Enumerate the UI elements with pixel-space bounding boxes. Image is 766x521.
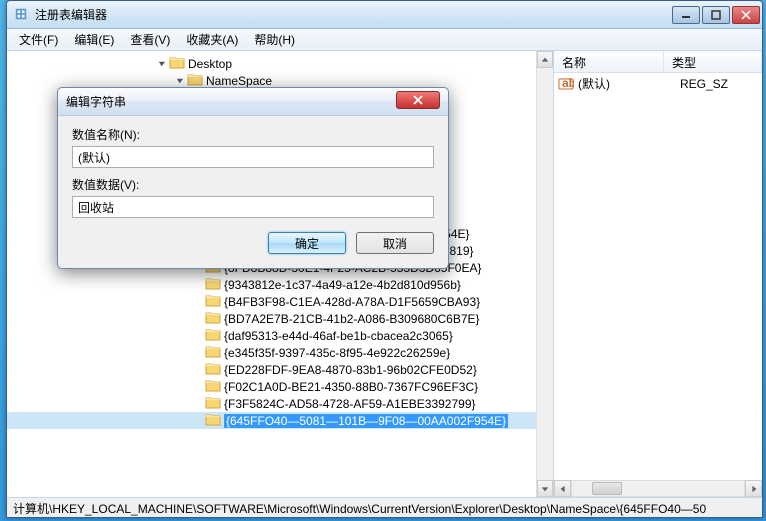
- hscroll-track[interactable]: [571, 480, 745, 497]
- column-type[interactable]: 类型: [664, 51, 762, 72]
- tree-spacer: [193, 348, 203, 358]
- string-value-icon: ab: [558, 76, 574, 92]
- folder-icon: [205, 378, 221, 395]
- tree-label: {ED228FDF-9EA8-4870-83b1-96b02CFE0D52}: [224, 363, 477, 377]
- dialog-titlebar: 编辑字符串: [58, 88, 448, 116]
- tree-item[interactable]: {daf95313-e44d-46af-be1b-cbacea2c3065}: [7, 327, 553, 344]
- cancel-button[interactable]: 取消: [356, 232, 434, 254]
- folder-icon: [205, 293, 221, 310]
- tree-spacer: [193, 416, 203, 426]
- tree-label: {F02C1A0D-BE21-4350-88B0-7367FC96EF3C}: [224, 380, 478, 394]
- tree-item[interactable]: {F02C1A0D-BE21-4350-88B0-7367FC96EF3C}: [7, 378, 553, 395]
- collapse-icon[interactable]: [157, 59, 167, 69]
- tree-spacer: [193, 382, 203, 392]
- tree-label: {F3F5824C-AD58-4728-AF59-A1EBE3392799}: [224, 397, 476, 411]
- menubar: 文件(F) 编辑(E) 查看(V) 收藏夹(A) 帮助(H): [7, 29, 762, 51]
- scroll-down-button[interactable]: [537, 480, 553, 497]
- tree-spacer: [193, 365, 203, 375]
- values-hscrollbar[interactable]: [554, 480, 762, 497]
- tree-item[interactable]: {BD7A2E7B-21CB-41b2-A086-B309680C6B7E}: [7, 310, 553, 327]
- values-pane: 名称 类型 ab (默认) REG_SZ: [554, 51, 762, 497]
- tree-spacer: [193, 399, 203, 409]
- dialog-close-button[interactable]: [396, 91, 440, 109]
- scroll-up-button[interactable]: [537, 51, 553, 68]
- tree-label: NameSpace: [206, 74, 272, 88]
- menu-help[interactable]: 帮助(H): [246, 29, 303, 50]
- value-name-field[interactable]: [72, 146, 434, 168]
- titlebar: 注册表编辑器: [7, 1, 762, 29]
- list-body: ab (默认) REG_SZ: [554, 73, 762, 94]
- collapse-icon[interactable]: [175, 76, 185, 86]
- hscroll-thumb[interactable]: [592, 482, 622, 495]
- tree-item[interactable]: {F3F5824C-AD58-4728-AF59-A1EBE3392799}: [7, 395, 553, 412]
- folder-icon: [205, 361, 221, 378]
- folder-icon: [205, 276, 221, 293]
- menu-view[interactable]: 查看(V): [122, 29, 178, 50]
- tree-label: {e345f35f-9397-435c-8f95-4e922c26259e}: [224, 346, 450, 360]
- tree-item[interactable]: Desktop: [7, 55, 553, 72]
- tree-item[interactable]: {B4FB3F98-C1EA-428d-A78A-D1F5659CBA93}: [7, 293, 553, 310]
- folder-icon: [205, 412, 221, 429]
- tree-label: {9343812e-1c37-4a49-a12e-4b2d810d956b}: [224, 278, 461, 292]
- column-name[interactable]: 名称: [554, 51, 664, 72]
- value-type: REG_SZ: [680, 77, 758, 91]
- folder-icon: [205, 395, 221, 412]
- tree-spacer: [193, 314, 203, 324]
- tree-label: Desktop: [188, 57, 232, 71]
- menu-edit[interactable]: 编辑(E): [66, 29, 122, 50]
- statusbar: 计算机\HKEY_LOCAL_MACHINE\SOFTWARE\Microsof…: [7, 497, 762, 517]
- tree-item[interactable]: {645FFO40—5081—101B—9F08—00AA002F954E}: [7, 412, 553, 429]
- tree-spacer: [193, 297, 203, 307]
- scroll-right-button[interactable]: [745, 480, 762, 497]
- tree-spacer: [193, 331, 203, 341]
- value-data-field[interactable]: [72, 196, 434, 218]
- minimize-button[interactable]: [672, 6, 700, 24]
- folder-icon: [205, 327, 221, 344]
- app-icon: [13, 7, 29, 23]
- tree-vscrollbar[interactable]: [536, 51, 553, 497]
- status-path: 计算机\HKEY_LOCAL_MACHINE\SOFTWARE\Microsof…: [13, 502, 706, 516]
- svg-text:ab: ab: [562, 76, 574, 90]
- tree-label: {B4FB3F98-C1EA-428d-A78A-D1F5659CBA93}: [224, 295, 480, 309]
- close-button[interactable]: [732, 6, 760, 24]
- scroll-left-button[interactable]: [554, 480, 571, 497]
- value-name-label: 数值名称(N):: [72, 126, 434, 143]
- window-controls: [672, 6, 760, 24]
- edit-string-dialog: 编辑字符串 数值名称(N): 数值数据(V): 确定 取消: [57, 87, 449, 269]
- dialog-body: 数值名称(N): 数值数据(V): 确定 取消: [58, 116, 448, 268]
- menu-file[interactable]: 文件(F): [11, 29, 66, 50]
- list-header: 名称 类型: [554, 51, 762, 73]
- tree-label: {645FFO40—5081—101B—9F08—00AA002F954E}: [224, 414, 508, 428]
- value-name: (默认): [578, 75, 680, 92]
- tree-item[interactable]: {9343812e-1c37-4a49-a12e-4b2d810d956b}: [7, 276, 553, 293]
- window-title: 注册表编辑器: [35, 6, 672, 23]
- tree-item[interactable]: {ED228FDF-9EA8-4870-83b1-96b02CFE0D52}: [7, 361, 553, 378]
- ok-button[interactable]: 确定: [268, 232, 346, 254]
- maximize-button[interactable]: [702, 6, 730, 24]
- folder-icon: [205, 310, 221, 327]
- tree-label: {daf95313-e44d-46af-be1b-cbacea2c3065}: [224, 329, 453, 343]
- list-item[interactable]: ab (默认) REG_SZ: [554, 75, 762, 92]
- folder-icon: [169, 55, 185, 72]
- value-data-label: 数值数据(V):: [72, 176, 434, 193]
- dialog-buttons: 确定 取消: [72, 232, 434, 254]
- dialog-title: 编辑字符串: [66, 93, 396, 110]
- tree-label: {BD7A2E7B-21CB-41b2-A086-B309680C6B7E}: [224, 312, 480, 326]
- menu-favorites[interactable]: 收藏夹(A): [178, 29, 246, 50]
- folder-icon: [205, 344, 221, 361]
- tree-item[interactable]: {e345f35f-9397-435c-8f95-4e922c26259e}: [7, 344, 553, 361]
- tree-spacer: [193, 280, 203, 290]
